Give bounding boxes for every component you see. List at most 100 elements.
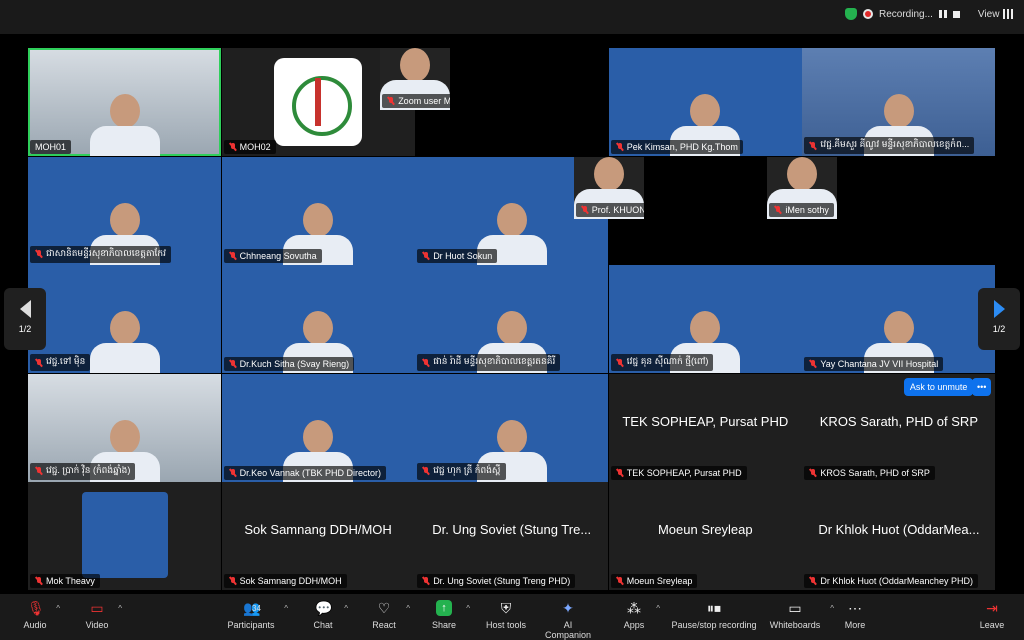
share-button[interactable]: ↑ Share ^	[430, 600, 470, 630]
ai-companion-label: AI Companion	[544, 620, 592, 640]
participant-tile[interactable]: Dr.Keo Vannak (TBK PHD Director)	[221, 373, 415, 482]
react-button[interactable]: ♡ React ^	[370, 600, 410, 630]
participant-name: KROS Sarath, PHD of SRP	[820, 467, 930, 478]
video-gallery: MOH01 MOH02 Zoom user Mom Pek Kimsan, PHD K…	[28, 48, 996, 591]
mic-muted-icon	[422, 467, 430, 475]
participant-tile[interactable]: វេជ្ជ.ទៅ ម៉ិន	[28, 265, 221, 374]
view-button[interactable]: View	[978, 9, 1014, 20]
participant-tile[interactable]: វេជ្ជ ហុក ត្រី កំពង់ស្ពឺ	[415, 373, 609, 482]
participant-nameplate: ជាសានិតមន្ទីរសុខាភិបាលខេត្តតាកែវ	[30, 245, 171, 263]
participants-options-caret-icon[interactable]: ^	[284, 604, 288, 613]
participant-tile[interactable]: វេជ្ជ គុន ស៊ីណាក់ ថ្មី(ពៅ)	[608, 265, 802, 374]
mic-muted-icon	[809, 468, 817, 477]
participant-tile[interactable]: ជាសានិតមន្ទីរសុខាភិបាលខេត្តតាកែវ	[28, 156, 221, 265]
participant-name: Dr Khlok Huot (OddarMeanchey PHD)	[820, 576, 973, 587]
more-label: More	[844, 620, 866, 630]
participant-tile[interactable]: iMen sothy	[767, 156, 838, 219]
participant-nameplate: វេជ្ជ. ប្រាក់ វុិន (កំពង់ឆ្នាំង)	[30, 462, 136, 480]
participant-name: វេជ្ជ ហុក ត្រី កំពង់ស្ពឺ	[433, 464, 501, 475]
recording-status: Recording... View	[845, 8, 1014, 20]
participant-nameplate: iMen sothy	[769, 202, 834, 217]
participant-name: Dr.Kuch Sitha (Svay Rieng)	[239, 359, 350, 370]
participant-name: MOH01	[35, 142, 67, 152]
pause-stop-recording-label: Pause/stop recording	[671, 620, 757, 630]
apps-button[interactable]: ⁂ Apps ^	[620, 600, 660, 630]
participant-tile[interactable]: Yay Chantana JV VII Hospital	[802, 265, 996, 374]
participant-tile[interactable]: Dr.Kuch Sitha (Svay Rieng)	[221, 265, 415, 374]
participant-nameplate: Prof. KHUON Pichith	[575, 202, 644, 217]
participant-nameplate: KROS Sarath, PHD of SRP	[804, 465, 935, 480]
participant-tile[interactable]: Mok Theavy	[28, 482, 221, 591]
participant-name: Sok Samnang DDH/MOH	[239, 576, 342, 587]
participants-count: 34	[252, 604, 261, 613]
apps-icon: ⁂	[627, 600, 641, 616]
leave-label: Leave	[979, 620, 1005, 630]
share-screen-icon: ↑	[436, 600, 452, 616]
ask-to-unmute-button[interactable]: Ask to unmute	[903, 377, 974, 396]
participants-button[interactable]: 👥 34 Participants ^	[226, 600, 288, 630]
stop-recording-icon[interactable]	[952, 10, 960, 18]
audio-button[interactable]: 🎙 Audio ^	[22, 600, 60, 630]
participant-tile[interactable]: Pek Kimsan, PHD Kg.Thom	[608, 48, 802, 156]
more-button[interactable]: ⋯ More	[842, 600, 868, 630]
participant-nameplate: Dr Huot Sokun	[417, 248, 498, 263]
meeting-toolbar: 🎙 Audio ^ ▭ Video ^ 👥 34 Participants ^ …	[0, 594, 1024, 640]
participant-video	[89, 311, 160, 374]
participant-tile[interactable]: MOH01	[28, 48, 221, 156]
ai-companion-button[interactable]: ✦ AI Companion	[540, 600, 596, 640]
participant-nameplate: វេជ្ជ គុន ស៊ីណាក់ ថ្មី(ពៅ)	[610, 354, 714, 372]
participant-display-name: Dr. Ung Soviet (Stung Tre...	[432, 522, 592, 538]
participant-nameplate: វេជ្ជ.ទៅ ម៉ិន	[30, 354, 91, 372]
participant-tile[interactable]: ផាន់ រ៉ាដី មន្ទីរសុខាភិបាលខេត្តរតនគិរី	[415, 265, 609, 374]
mic-muted-icon	[616, 143, 624, 151]
participant-tile[interactable]: Moeun Sreyleap Moeun Sreyleap	[608, 482, 802, 591]
leave-icon: ⇥	[986, 600, 998, 616]
share-options-caret-icon[interactable]: ^	[466, 604, 470, 613]
mic-muted-icon	[809, 360, 817, 368]
next-page-button[interactable]: 1/2	[978, 288, 1020, 350]
video-button[interactable]: ▭ Video ^	[84, 600, 122, 630]
participant-tile[interactable]: KROS Sarath, PHD of SRP KROS Sarath, PHD …	[802, 373, 996, 482]
participant-nameplate: Dr.Kuch Sitha (Svay Rieng)	[223, 357, 355, 372]
pause-recording-icon[interactable]	[938, 10, 947, 18]
participant-nameplate: Moeun Sreyleap	[610, 574, 698, 589]
video-options-caret-icon[interactable]: ^	[118, 604, 122, 613]
participant-tile[interactable]: Chhneang Sovutha	[221, 156, 415, 265]
video-off-icon: ▭	[90, 600, 104, 616]
chat-icon: 💬	[315, 600, 333, 616]
pause-stop-recording-button[interactable]: ⏸⏹ Pause/stop recording	[670, 600, 758, 630]
chat-options-caret-icon[interactable]: ^	[344, 604, 348, 613]
leave-button[interactable]: ⇥ Leave	[978, 600, 1006, 630]
participant-tile[interactable]: Prof. KHUON Pichith	[573, 156, 644, 219]
participant-tile[interactable]: TEK SOPHEAP, Pursat PHD TEK SOPHEAP, Purs…	[608, 373, 802, 482]
host-tools-button[interactable]: ⛨ Host tools	[484, 600, 528, 630]
mic-muted-icon	[581, 205, 589, 214]
participant-tile[interactable]: Dr. Ung Soviet (Stung Tre... Dr. Ung Sovi…	[415, 482, 609, 591]
grid-view-icon	[1003, 9, 1014, 19]
participant-tile[interactable]: Sok Samnang DDH/MOH Sok Samnang DDH/MOH	[221, 482, 415, 591]
ministry-logo-icon	[274, 58, 363, 146]
mic-muted-icon	[229, 251, 237, 260]
mic-muted-icon	[422, 358, 430, 367]
security-shield-icon[interactable]	[845, 8, 857, 20]
react-options-caret-icon[interactable]: ^	[406, 604, 410, 613]
mic-muted-icon	[387, 97, 395, 105]
mic-muted-icon	[616, 358, 624, 367]
participant-tile[interactable]: Zoom user Mom	[380, 48, 451, 110]
participant-tile[interactable]: Dr Khlok Huot (OddarMea... Dr Khlok Huot …	[802, 482, 996, 591]
apps-options-caret-icon[interactable]: ^	[656, 604, 660, 613]
whiteboards-options-caret-icon[interactable]: ^	[830, 604, 834, 613]
participant-name: វេជ្ជ គុន ស៊ីណាក់ ថ្មី(ពៅ)	[626, 356, 709, 367]
audio-options-caret-icon[interactable]: ^	[56, 604, 60, 613]
previous-page-button[interactable]: 1/2	[4, 288, 46, 350]
participant-tile[interactable]: វេជ្ជ.គីមសួរ គីណូវ មន្ទីរសុខាភិបាលខេត្តក…	[802, 48, 996, 156]
whiteboards-button[interactable]: ▭ Whiteboards ^	[768, 600, 834, 630]
participant-tile[interactable]: វេជ្ជ. ប្រាក់ វុិន (កំពង់ឆ្នាំង)	[28, 373, 221, 482]
page-indicator-left: 1/2	[18, 324, 32, 334]
more-options-button[interactable]: •••	[971, 377, 992, 396]
participant-name: Pek Kimsan, PHD Kg.Thom	[626, 142, 738, 152]
page-indicator-right: 1/2	[992, 324, 1006, 334]
chat-button[interactable]: 💬 Chat ^	[310, 600, 348, 630]
participant-nameplate: Yay Chantana JV VII Hospital	[804, 357, 944, 372]
participant-nameplate: វេជ្ជ ហុក ត្រី កំពង់ស្ពឺ	[417, 462, 506, 480]
